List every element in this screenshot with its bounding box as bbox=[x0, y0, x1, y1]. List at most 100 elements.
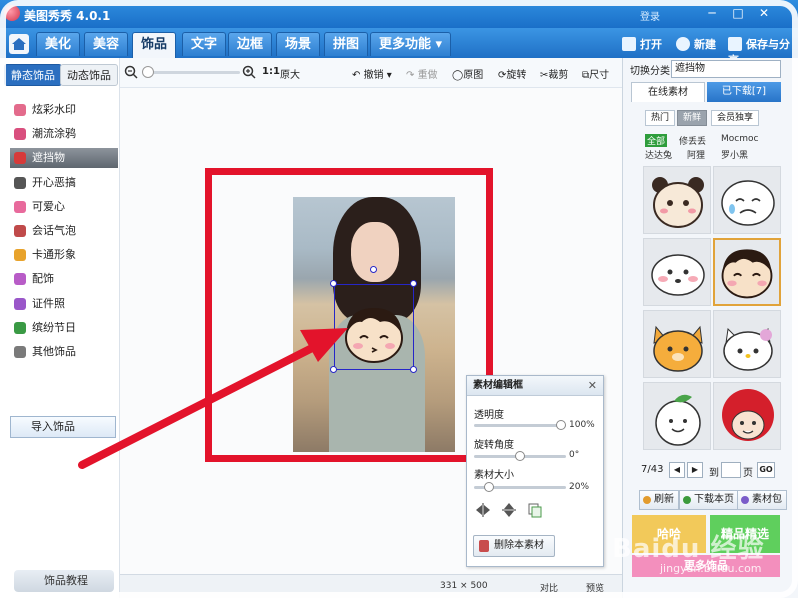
flip-vertical-icon[interactable] bbox=[501, 502, 517, 518]
compare-button[interactable]: 对比 bbox=[540, 581, 558, 594]
zoom-out-icon[interactable] bbox=[124, 65, 138, 79]
tab-scene[interactable]: 场景 bbox=[276, 32, 321, 56]
go-button[interactable]: GO bbox=[757, 462, 775, 478]
source-mocmoc[interactable]: Mocmoc bbox=[721, 134, 758, 144]
category-select[interactable]: 遮挡物 bbox=[671, 60, 781, 78]
minimize-button[interactable]: ─ bbox=[704, 6, 720, 20]
category-icon bbox=[14, 128, 26, 141]
tab-collage[interactable]: 拼图 bbox=[324, 32, 369, 56]
redo-icon: ↷ bbox=[406, 70, 418, 81]
category-icon bbox=[14, 176, 26, 189]
size-slider-knob[interactable] bbox=[483, 482, 494, 492]
material-pack-button[interactable]: 素材包 bbox=[737, 490, 787, 510]
panda-face-sticker[interactable] bbox=[643, 166, 711, 234]
rotate-button[interactable]: ⟳旋转 bbox=[498, 66, 526, 81]
category-item[interactable]: 开心恶搞 bbox=[14, 173, 118, 193]
zoom-slider[interactable] bbox=[142, 71, 240, 74]
filter-hot[interactable]: 热门 bbox=[645, 110, 676, 126]
zoom-ratio-label[interactable]: 1:1 bbox=[262, 66, 280, 77]
size-slider[interactable] bbox=[474, 482, 566, 492]
subtab-animated-accessories[interactable]: 动态饰品 bbox=[60, 64, 118, 86]
filter-member-only[interactable]: 会员独享 bbox=[711, 110, 760, 126]
filter-new[interactable]: 新鲜 bbox=[677, 110, 708, 126]
goto-label: 到 bbox=[709, 468, 719, 479]
accessory-tutorial-button[interactable]: 饰品教程 bbox=[14, 570, 114, 592]
category-label: 证件照 bbox=[32, 296, 65, 310]
preview-button[interactable]: 预览 bbox=[586, 581, 604, 594]
cat-face-sticker[interactable] bbox=[643, 310, 711, 378]
baidu-watermark: Baidu 经验 bbox=[612, 534, 765, 564]
girl-face-sticker[interactable] bbox=[713, 238, 781, 306]
rotation-slider[interactable] bbox=[474, 451, 566, 461]
zoom-slider-knob[interactable] bbox=[142, 66, 154, 78]
tab-frame[interactable]: 边框 bbox=[228, 32, 273, 56]
delete-material-button[interactable]: 删除本素材 bbox=[473, 535, 555, 557]
material-edit-panel-title[interactable]: 素材编辑框 bbox=[467, 376, 603, 396]
plus-icon bbox=[676, 37, 690, 51]
transparency-slider[interactable] bbox=[474, 420, 566, 430]
crop-button[interactable]: ✂裁剪 bbox=[540, 66, 568, 81]
tab-accessories[interactable]: 饰品 bbox=[132, 32, 177, 58]
category-item[interactable]: 卡通形象 bbox=[14, 245, 118, 265]
original-image-icon: ◯ bbox=[452, 70, 464, 81]
tab-beautify[interactable]: 美化 bbox=[36, 32, 81, 56]
source-dadatu[interactable]: 达达兔 bbox=[645, 148, 672, 161]
material-edit-panel: 素材编辑框 ✕ 透明度 100% 旋转角度 0° 素材大小 20% 删除本素材 bbox=[466, 375, 604, 567]
rotation-label: 旋转角度 bbox=[474, 440, 514, 451]
tab-cosmetic[interactable]: 美容 bbox=[84, 32, 129, 56]
home-icon[interactable] bbox=[8, 33, 30, 55]
red-hair-sticker[interactable] bbox=[713, 382, 781, 450]
close-button[interactable]: ✕ bbox=[756, 6, 772, 20]
category-item[interactable]: 缤纷节日 bbox=[14, 318, 118, 338]
page-number-input[interactable] bbox=[721, 462, 741, 478]
download-page-button[interactable]: 下载本页 bbox=[679, 490, 739, 510]
status-bar: 331 × 500 对比 预览 bbox=[120, 574, 622, 598]
size-button[interactable]: ⧉尺寸 bbox=[582, 66, 609, 81]
package-icon bbox=[741, 496, 749, 504]
flip-horizontal-icon[interactable] bbox=[475, 502, 491, 518]
open-button[interactable]: 打开 bbox=[622, 36, 662, 52]
source-xiudiudiu[interactable]: 修丢丢 bbox=[679, 134, 706, 147]
crying-face-sticker[interactable] bbox=[713, 166, 781, 234]
category-item[interactable]: 配饰 bbox=[14, 269, 118, 289]
category-icon bbox=[14, 225, 26, 237]
refresh-button[interactable]: 刷新 bbox=[639, 490, 679, 510]
category-item[interactable]: 遮挡物 bbox=[10, 148, 118, 169]
category-item[interactable]: 证件照 bbox=[14, 294, 118, 314]
zoom-in-icon[interactable] bbox=[242, 65, 256, 79]
hello-kitty-sticker[interactable] bbox=[713, 310, 781, 378]
app-logo-icon bbox=[4, 5, 20, 21]
tab-text[interactable]: 文字 bbox=[182, 32, 227, 56]
login-link[interactable]: 登录 bbox=[640, 8, 660, 23]
category-item[interactable]: 其他饰品 bbox=[14, 342, 118, 362]
blushing-face-sticker[interactable] bbox=[643, 238, 711, 306]
redo-button[interactable]: ↷ 重做 bbox=[406, 66, 438, 81]
original-size-button[interactable]: 原大 bbox=[280, 66, 300, 81]
prev-page-icon[interactable]: ◀ bbox=[669, 462, 685, 478]
import-accessory-button[interactable]: 导入饰品 bbox=[10, 416, 116, 438]
category-icon bbox=[14, 249, 26, 262]
transparency-slider-knob[interactable] bbox=[556, 420, 566, 430]
category-icon bbox=[14, 346, 26, 358]
source-ali[interactable]: 阿狸 bbox=[687, 148, 705, 161]
tab-downloaded-materials[interactable]: 已下载[7] bbox=[707, 82, 781, 102]
category-item[interactable]: 潮流涂鸦 bbox=[14, 124, 118, 144]
leaf-face-sticker[interactable] bbox=[643, 382, 711, 450]
copy-material-icon[interactable] bbox=[527, 502, 543, 518]
new-button[interactable]: 新建 bbox=[676, 36, 716, 52]
maximize-button[interactable]: □ bbox=[730, 6, 746, 20]
main-tab-bar: 美化 美容 饰品 文字 边框 场景 拼图 更多功能 ▾ 打开 新建 保存与分享 bbox=[0, 28, 798, 67]
category-item[interactable]: 可爱心 bbox=[14, 197, 118, 217]
tab-more-features[interactable]: 更多功能 ▾ bbox=[370, 32, 452, 56]
tab-online-materials[interactable]: 在线素材 bbox=[631, 82, 705, 102]
category-item[interactable]: 炫彩水印 bbox=[14, 100, 118, 120]
undo-button[interactable]: ↶ 撤销 ▾ bbox=[352, 66, 392, 81]
source-luoxiaohei[interactable]: 罗小黑 bbox=[721, 148, 748, 161]
source-all[interactable]: 全部 bbox=[645, 134, 668, 147]
next-page-icon[interactable]: ▶ bbox=[687, 462, 703, 478]
original-image-button[interactable]: ◯原图 bbox=[452, 66, 483, 81]
close-icon[interactable]: ✕ bbox=[588, 379, 597, 392]
subtab-static-accessories[interactable]: 静态饰品 bbox=[4, 64, 62, 86]
category-item[interactable]: 会话气泡 bbox=[14, 221, 118, 241]
rotation-slider-knob[interactable] bbox=[515, 451, 525, 461]
